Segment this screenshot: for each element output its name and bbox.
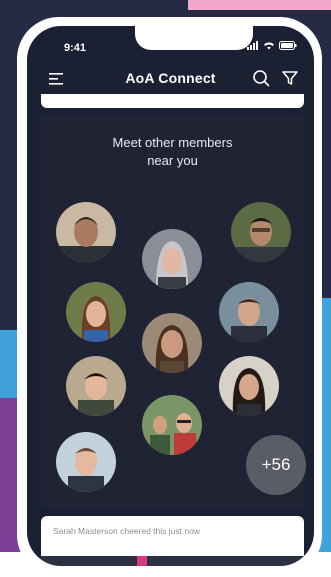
battery-icon	[279, 41, 297, 50]
wifi-icon	[264, 42, 274, 50]
search-icon[interactable]	[252, 69, 270, 87]
phone-notch	[135, 26, 253, 50]
member-avatar[interactable]	[66, 356, 126, 416]
more-members-badge[interactable]: +56	[246, 435, 306, 495]
phone-screen: 9:41 AoA Connect Meet other members near…	[27, 26, 314, 566]
member-avatar[interactable]	[66, 282, 126, 342]
member-avatar[interactable]	[231, 202, 291, 262]
member-avatar[interactable]	[142, 395, 202, 455]
member-avatar[interactable]	[56, 202, 116, 262]
members-title-line1: Meet other members	[112, 135, 233, 150]
pink-accent-shape	[188, 0, 331, 10]
signal-icon	[247, 41, 258, 50]
members-nearby-card[interactable]: Meet other members near you +56	[41, 114, 306, 509]
member-avatar[interactable]	[219, 356, 279, 416]
status-time: 9:41	[64, 42, 87, 54]
notification-marker	[137, 556, 147, 566]
app-title: AoA Connect	[125, 70, 216, 86]
filter-icon[interactable]	[281, 69, 299, 87]
activity-text: Sarah Masterson cheered this just now	[53, 526, 200, 536]
member-avatar[interactable]	[142, 229, 202, 289]
member-avatar[interactable]	[219, 282, 279, 342]
member-avatar[interactable]	[56, 432, 116, 492]
members-title-line2: near you	[147, 153, 198, 168]
status-icons	[247, 41, 297, 50]
next-card-edge	[41, 556, 304, 566]
members-title: Meet other members near you	[41, 134, 304, 170]
member-avatar[interactable]	[142, 313, 202, 373]
previous-card-edge	[41, 94, 304, 108]
app-bar: AoA Connect	[27, 64, 314, 94]
